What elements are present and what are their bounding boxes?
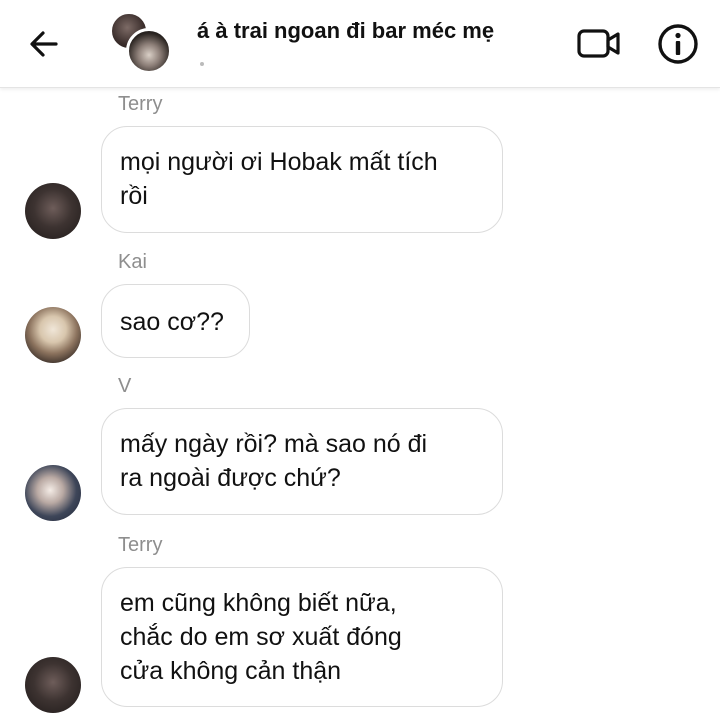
avatar[interactable] xyxy=(25,657,81,713)
video-camera-icon[interactable] xyxy=(575,22,623,62)
message-bubble[interactable]: em cũng không biết nữa, chắc do em sơ xu… xyxy=(101,567,503,707)
group-avatar-front xyxy=(126,28,172,74)
message-bubble[interactable]: mọi người ơi Hobak mất tích rồi xyxy=(101,126,503,233)
arrow-left-icon[interactable] xyxy=(26,26,62,62)
message-bubble[interactable]: sao cơ?? xyxy=(101,284,250,358)
sender-name: V xyxy=(118,375,132,397)
chat-title[interactable]: á à trai ngoan đi bar méc mẹ xyxy=(197,18,494,44)
activity-dot xyxy=(200,62,204,66)
sender-name: Terry xyxy=(118,93,163,115)
avatar[interactable] xyxy=(25,307,81,363)
info-icon[interactable] xyxy=(656,22,700,66)
avatar[interactable] xyxy=(25,465,81,521)
avatar[interactable] xyxy=(25,183,81,239)
sender-name: Kai xyxy=(118,251,147,273)
chat-header: á à trai ngoan đi bar méc mẹ xyxy=(0,0,720,88)
message-bubble[interactable]: mấy ngày rồi? mà sao nó đi ra ngoài được… xyxy=(101,408,503,515)
group-avatar[interactable] xyxy=(108,12,172,74)
sender-name: Terry xyxy=(118,534,163,556)
